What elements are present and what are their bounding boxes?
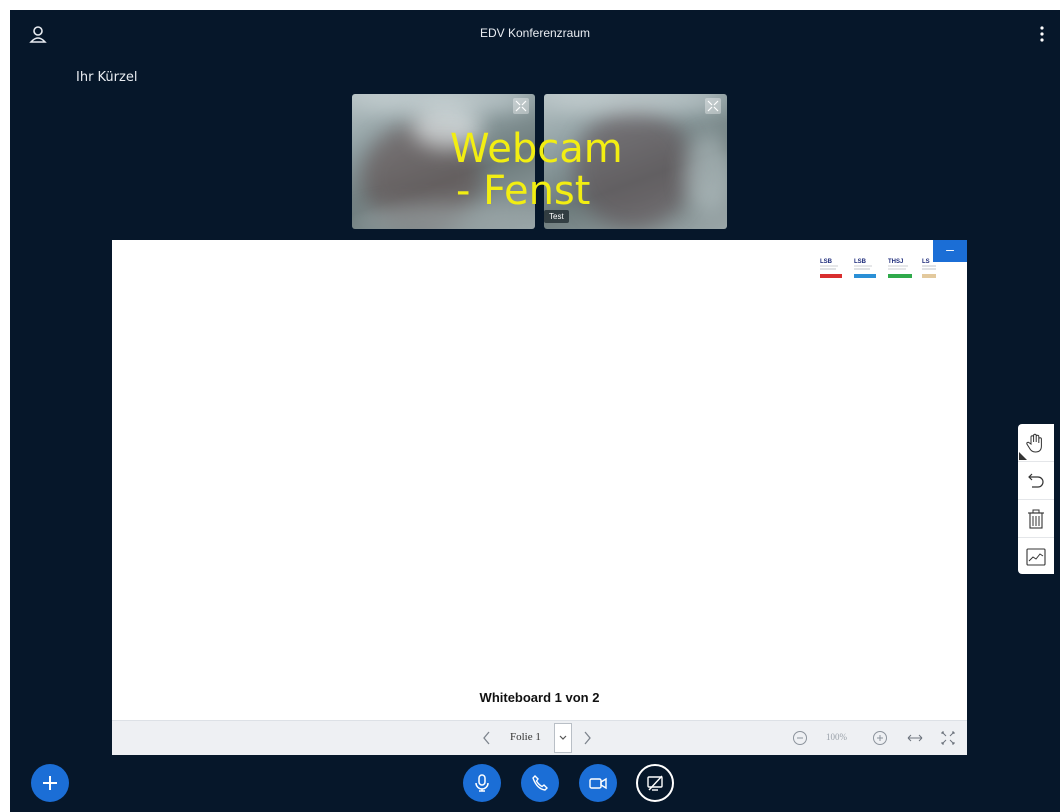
- top-bar: EDV Konferenzraum: [10, 10, 1060, 56]
- previous-slide-button[interactable]: [482, 721, 492, 755]
- fit-width-button[interactable]: [906, 721, 924, 755]
- chevron-down-icon: [559, 735, 567, 740]
- minimize-presentation-button[interactable]: –: [933, 240, 967, 262]
- microphone-icon: [475, 774, 489, 792]
- screen-share-off-icon: [647, 775, 663, 791]
- webcam-button[interactable]: [579, 764, 617, 802]
- room-title: EDV Konferenzraum: [479, 26, 591, 40]
- video-camera-icon: [589, 777, 607, 790]
- zoom-in-button[interactable]: [872, 721, 888, 755]
- whiteboard-title: Whiteboard 1 von 2: [479, 690, 600, 705]
- fullscreen-button[interactable]: [940, 721, 956, 755]
- conference-app: EDV Konferenzraum Ihr Kürzel Test Webcam…: [10, 10, 1060, 812]
- corner-indicator-icon: [1019, 452, 1027, 460]
- bottom-controls: [10, 762, 1060, 812]
- more-options-icon[interactable]: [1036, 24, 1048, 44]
- logo-4: LS: [922, 259, 930, 265]
- zoom-out-button[interactable]: [792, 721, 808, 755]
- multi-user-whiteboard-button[interactable]: [1018, 538, 1054, 575]
- whiteboard-chart-icon: [1026, 548, 1046, 566]
- fit-width-icon: [907, 734, 923, 742]
- slide-select-dropdown[interactable]: [554, 723, 572, 753]
- webcam-name-label: Test: [544, 210, 569, 223]
- clear-annotations-button[interactable]: [1018, 500, 1054, 538]
- logo-1: LSB: [820, 259, 833, 265]
- annotation-toolbar: [1018, 424, 1054, 574]
- hand-tool-button[interactable]: [1018, 424, 1054, 462]
- screen-share-button[interactable]: [636, 764, 674, 802]
- audio-phone-button[interactable]: [521, 764, 559, 802]
- webcam-tile-1[interactable]: [352, 94, 535, 229]
- slide-label: Folie 1: [510, 731, 541, 743]
- whiteboard[interactable]: – LSB LSB THSJ LS Whiteboard 1 von 2 Fol…: [112, 240, 967, 755]
- sponsor-logos: LSB LSB THSJ LS: [820, 259, 936, 278]
- trash-icon: [1028, 509, 1044, 529]
- zoom-level: 100%: [826, 732, 847, 742]
- undo-button[interactable]: [1018, 462, 1054, 500]
- presentation-toolbar: Folie 1 100%: [112, 720, 967, 755]
- user-initials-label: Ihr Kürzel: [76, 70, 138, 85]
- logo-2: LSB: [854, 259, 867, 265]
- fullscreen-icon: [941, 731, 955, 745]
- zoom-out-icon: [793, 731, 807, 745]
- expand-icon[interactable]: [705, 98, 721, 114]
- webcam-tile-2[interactable]: Test: [544, 94, 727, 229]
- hand-icon: [1026, 433, 1042, 453]
- actions-button[interactable]: [31, 764, 69, 802]
- microphone-button[interactable]: [463, 764, 501, 802]
- zoom-in-icon: [873, 731, 887, 745]
- expand-icon[interactable]: [513, 98, 529, 114]
- logo-3: THSJ: [888, 259, 903, 265]
- phone-icon: [532, 775, 548, 791]
- undo-icon: [1028, 473, 1044, 488]
- plus-icon: [43, 776, 57, 790]
- next-slide-button[interactable]: [582, 721, 592, 755]
